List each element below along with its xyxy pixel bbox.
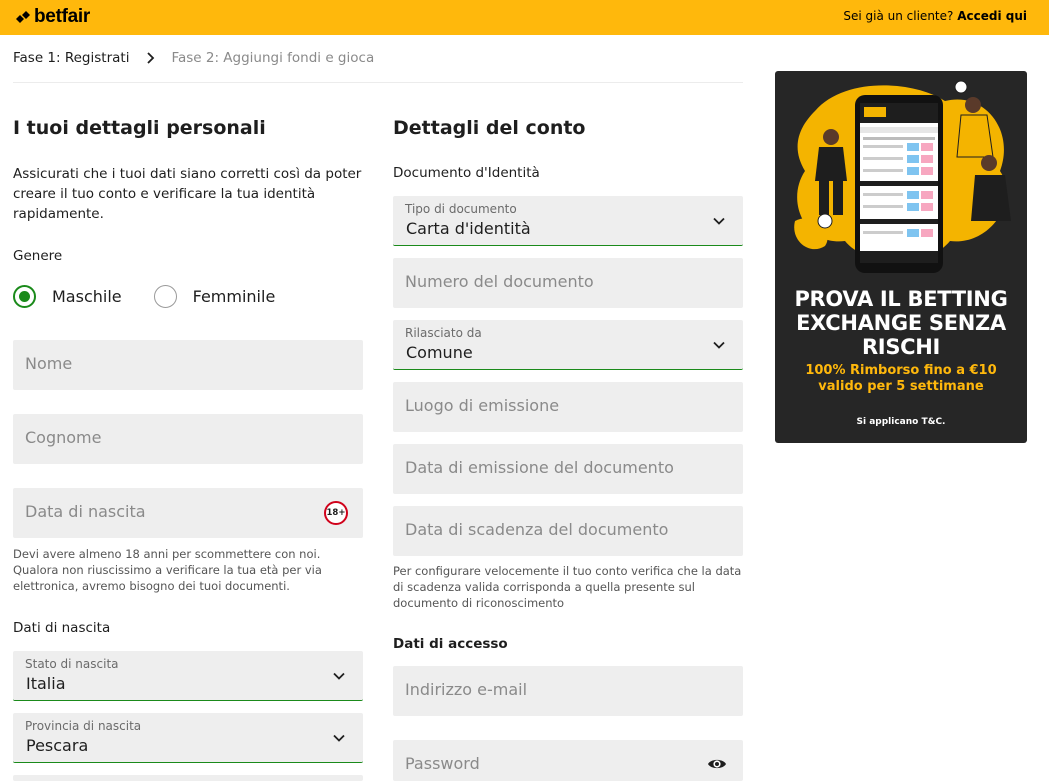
promo-offer: 100% Rimborso fino a €10 valido per 5 se… [775,363,1027,395]
age-18-plus-icon: 18+ [324,501,348,525]
gender-option-female[interactable]: Femminile [153,285,276,308]
personal-details-intro: Assicurati che i tuoi dati siano corrett… [13,166,362,222]
login-prompt-text: Sei già un cliente? [843,9,954,23]
id-document-label: Documento d'Identità [393,165,540,181]
gender-label: Genere [13,248,63,264]
document-type-value: Carta d'identità [406,219,531,238]
login-link[interactable]: Accedi qui [957,9,1027,23]
gender-radio-group: Maschile Femminile [13,285,307,308]
promo-headline-line: RISCHI [861,335,941,359]
document-number-placeholder: Numero del documento [405,272,594,291]
birth-province-label: Provincia di nascita [25,719,142,733]
issue-date-field[interactable]: Data di emissione del documento [393,444,743,494]
password-field[interactable]: Password [393,740,743,781]
radio-checked-icon[interactable] [13,285,36,308]
issue-date-placeholder: Data di emissione del documento [405,458,674,477]
account-details-title: Dettagli del conto [393,117,586,139]
show-password-eye-icon[interactable] [707,757,727,771]
chevron-right-icon [147,52,155,64]
chevron-down-icon [713,341,725,349]
issued-by-label: Rilasciato da [405,326,482,340]
birth-data-label: Dati di nascita [13,620,111,636]
exchange-promo-banner[interactable]: PROVA IL BETTING EXCHANGE SENZA RISCHI 1… [775,71,1027,443]
promo-headline: PROVA IL BETTING EXCHANGE SENZA RISCHI [775,287,1027,359]
breadcrumb-step-2: Fase 2: Aggiungi fondi e gioca [171,50,375,66]
chevron-down-icon [333,672,345,680]
expiry-date-placeholder: Data di scadenza del documento [405,520,669,539]
header-divider [13,82,743,83]
birth-country-label: Stato di nascita [25,657,119,671]
document-type-select[interactable]: Tipo di documento Carta d'identità [393,196,743,246]
next-field-partial[interactable] [13,775,363,781]
radio-unchecked-icon[interactable] [153,285,177,308]
gender-option-male[interactable]: Maschile [13,285,122,308]
gender-option-label: Femminile [192,287,276,306]
top-header: betfair Sei già un cliente? Accedi qui [0,0,1049,35]
document-number-field[interactable]: Numero del documento [393,258,743,308]
expiry-date-field[interactable]: Data di scadenza del documento [393,506,743,556]
promo-terms[interactable]: Si applicano T&C. [775,417,1027,427]
chevron-down-icon [713,217,725,225]
breadcrumb-step-1: Fase 1: Registrati [13,50,130,66]
password-placeholder: Password [405,754,480,773]
birth-country-select[interactable]: Stato di nascita Italia [13,651,363,701]
email-field[interactable]: Indirizzo e-mail [393,666,743,716]
login-prompt: Sei già un cliente? Accedi qui [843,9,1027,23]
access-data-label: Dati di accesso [393,636,508,652]
issue-place-placeholder: Luogo di emissione [405,396,560,415]
promo-headline-line: EXCHANGE SENZA [796,311,1006,335]
age-requirement-note: Devi avere almeno 18 anni per scommetter… [13,547,322,593]
expiry-date-note: Per configurare velocemente il tuo conto… [393,564,742,610]
first-name-placeholder: Nome [25,354,73,373]
email-placeholder: Indirizzo e-mail [405,680,528,699]
logo-text: betfair [34,6,90,27]
betfair-logo-icon [16,11,30,23]
last-name-placeholder: Cognome [25,428,102,447]
gender-option-label: Maschile [52,287,122,306]
issued-by-select[interactable]: Rilasciato da Comune [393,320,743,370]
birth-province-value: Pescara [26,736,89,755]
promo-illustration [794,80,1011,273]
breadcrumb: Fase 1: Registrati Fase 2: Aggiungi fond… [13,48,374,68]
date-of-birth-placeholder: Data di nascita [25,502,146,521]
issued-by-value: Comune [406,343,473,362]
last-name-field[interactable]: Cognome [13,414,363,464]
birth-country-value: Italia [26,674,66,693]
document-type-label: Tipo di documento [405,202,517,216]
promo-offer-line: valido per 5 settimane [818,379,984,394]
chevron-down-icon [333,734,345,742]
promo-headline-line: PROVA IL BETTING [794,287,1008,311]
date-of-birth-field[interactable]: Data di nascita 18+ [13,488,363,538]
issue-place-field[interactable]: Luogo di emissione [393,382,743,432]
betfair-logo[interactable]: betfair [14,6,90,28]
birth-province-select[interactable]: Provincia di nascita Pescara [13,713,363,763]
personal-details-title: I tuoi dettagli personali [13,117,266,139]
first-name-field[interactable]: Nome [13,340,363,390]
promo-offer-line: 100% Rimborso fino a €10 [805,363,997,378]
